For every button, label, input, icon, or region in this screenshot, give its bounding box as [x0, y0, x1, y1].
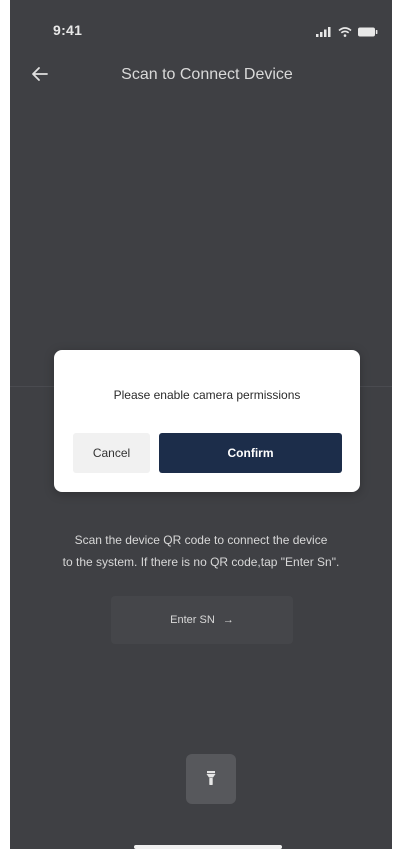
dialog-message: Please enable camera permissions: [113, 388, 301, 402]
battery-icon: [358, 24, 378, 42]
scan-instructions: Scan the device QR code to connect the d…: [10, 529, 392, 573]
status-time: 9:41: [53, 22, 83, 38]
confirm-button[interactable]: Confirm: [159, 433, 342, 473]
status-icons: [316, 24, 378, 42]
navigation-bar: Scan to Connect Device: [10, 56, 392, 96]
cancel-button[interactable]: Cancel: [73, 433, 150, 473]
instructions-line-2: to the system. If there is no QR code,ta…: [62, 555, 340, 569]
enter-sn-button[interactable]: Enter SN →: [111, 596, 293, 644]
home-indicator: [134, 845, 282, 849]
enter-sn-label: Enter SN: [170, 614, 215, 626]
flashlight-button[interactable]: [186, 754, 236, 804]
status-bar: 9:41: [10, 0, 392, 60]
signal-icon: [316, 24, 332, 42]
flashlight-icon: [205, 770, 217, 789]
page-title: Scan to Connect Device: [121, 66, 293, 83]
app-screen: 9:41 Scan to Connect Device Please enabl…: [10, 0, 392, 849]
arrow-right-icon: →: [222, 614, 234, 626]
wifi-icon: [338, 24, 352, 42]
camera-permission-dialog: Please enable camera permissions Cancel …: [54, 350, 360, 492]
instructions-line-1: Scan the device QR code to connect the d…: [74, 533, 328, 547]
